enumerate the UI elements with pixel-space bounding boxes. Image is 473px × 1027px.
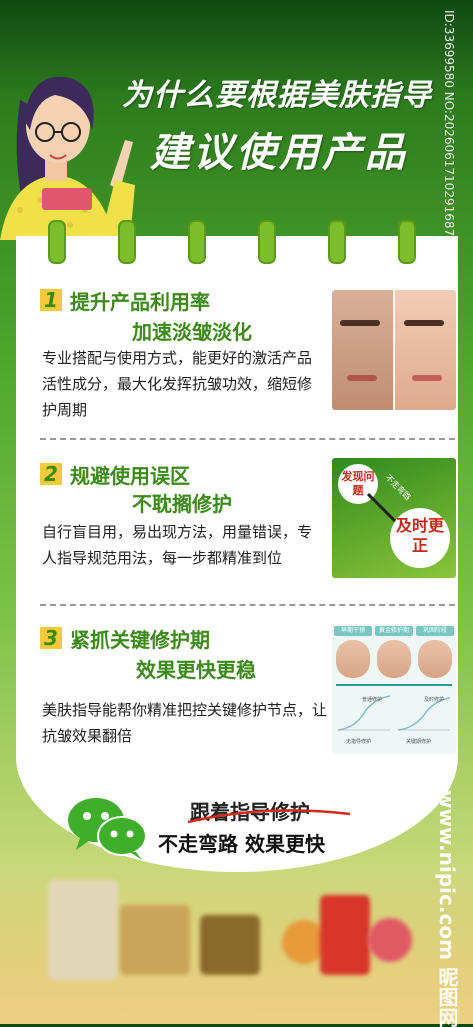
watermark-site: www.nipic.com 昵图网 (432, 790, 462, 1027)
watermark-id: ID:33699580 NO:20260617102916879104 (442, 10, 456, 267)
diagram-fix-mistakes: 发现问题 不走弯路 及时更正 (332, 458, 456, 578)
watermark-logo-text: 昵图网 (435, 966, 459, 1027)
product-box-1 (48, 880, 118, 980)
diagram-right-circle: 及时更正 (390, 508, 450, 568)
section-1-subtitle: 加速淡皱淡化 (132, 320, 252, 344)
ring (328, 220, 346, 264)
product-box-3 (200, 915, 260, 975)
ring (258, 220, 276, 264)
stage-tab-2: 黄金修护期 (375, 626, 413, 636)
ring (118, 220, 136, 264)
stage-tab-1: 早期干预 (334, 626, 372, 636)
headline-line-2: 建议使用产品 (150, 130, 408, 176)
chart-label-4: 关键期修护 (406, 739, 432, 745)
section-2-title: 规避使用误区 (70, 464, 190, 488)
section-divider (40, 604, 455, 606)
chart-label-3: 无指导修护 (346, 739, 372, 745)
product-box-4 (320, 895, 370, 975)
ring (48, 220, 66, 264)
section-3-subtitle: 效果更快更稳 (136, 658, 256, 682)
footer-tagline-2: 不走弯路 效果更快 (158, 832, 325, 856)
notebook-rings (0, 220, 473, 264)
section-1-body: 专业搭配与使用方式，能更好的激活产品活性成分，最大化发挥抗皱功效，缩短修护周期 (42, 349, 313, 419)
section-2-subtitle: 不耽搁修护 (132, 492, 232, 516)
product-jar-2 (368, 918, 412, 962)
ring (188, 220, 206, 264)
repair-stage-chart-image: 早期干预 黄金修护期 巩固阶段 普通修护 及时修护 无指导修护 关键期修护 (332, 624, 456, 754)
section-3-title: 紧抓关键修护期 (70, 628, 210, 652)
section-1-number: 1 (40, 289, 62, 311)
face-before-after-image (332, 290, 456, 410)
section-2-body: 自行盲目用，易出现方法，用量错误，专人指导规范用法，每一步都精准到位 (42, 523, 313, 567)
chart-label-2: 及时修护 (424, 697, 445, 703)
product-box-2 (120, 905, 190, 975)
section-1-title: 提升产品利用率 (70, 290, 210, 314)
chart-label-1: 普通修护 (362, 697, 383, 703)
section-divider (40, 438, 455, 440)
headline-line-1: 为什么要根据美肤指导 (122, 78, 432, 113)
section-3-number: 3 (40, 627, 62, 649)
diagram-right-label: 及时更正 (395, 516, 444, 555)
red-underline-swoosh (187, 809, 351, 824)
watermark-site-text: www.nipic.com (435, 790, 459, 960)
section-2-number: 2 (40, 463, 62, 485)
ring (398, 220, 416, 264)
stage-tab-3: 巩固阶段 (416, 626, 454, 636)
section-3-body: 美肤指导能帮你精准把控关键修护节点，让抗皱效果翻倍 (42, 701, 328, 745)
wechat-icon (68, 798, 147, 860)
